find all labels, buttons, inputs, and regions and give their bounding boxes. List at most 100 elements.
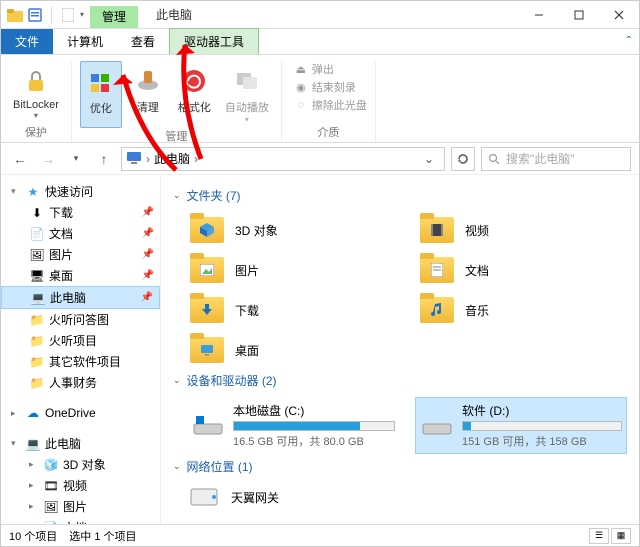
address-bar: ← → ▾ ↑ › 此电脑 › ⌄ (1, 143, 639, 175)
format-icon (178, 65, 210, 97)
search-input[interactable] (506, 152, 624, 166)
sidebar-label: 火听项目 (49, 332, 97, 349)
sidebar-item-onedrive[interactable]: ▸☁OneDrive (1, 403, 160, 423)
drive-tools-context-tab[interactable]: 管理 (90, 6, 138, 28)
tab-computer[interactable]: 计算机 (53, 29, 117, 54)
folder-label: 文档 (465, 262, 489, 279)
sidebar-label: 此电脑 (50, 289, 86, 306)
pin-icon: 📌 (142, 207, 154, 218)
breadcrumb-dropdown-icon[interactable]: ⌄ (418, 152, 440, 166)
navigation-pane[interactable]: ▾ ★ 快速访问 ⬇下载📌 📄文档📌 🖼图片📌 🖥桌面📌 💻此电脑📌 📁火听问答… (1, 175, 161, 525)
folder-icon: 📁 (29, 354, 45, 370)
forward-button[interactable]: → (37, 148, 59, 170)
sidebar-item-folder[interactable]: 📁人事财务 (1, 372, 160, 393)
tab-view[interactable]: 查看 (117, 29, 169, 54)
recent-locations-button[interactable]: ▾ (65, 148, 87, 170)
optimize-icon (85, 66, 117, 98)
folder-icon: 📁 (29, 375, 45, 391)
cube-icon (189, 214, 225, 246)
this-pc-icon (126, 151, 142, 167)
sidebar-label: 3D 对象 (63, 456, 106, 473)
qat-dropdown-icon[interactable]: ▾ (80, 10, 84, 19)
up-button[interactable]: ↑ (93, 148, 115, 170)
bitlocker-label: BitLocker (13, 99, 59, 111)
sidebar-label: 快速访问 (45, 183, 93, 200)
folder-documents[interactable]: 文档 (417, 252, 627, 288)
this-pc-icon: 💻 (25, 436, 41, 452)
ribbon: BitLocker ▾ 保护 优化 清理 (1, 55, 639, 143)
folder-desktop[interactable]: 桌面 (187, 332, 397, 368)
view-details-button[interactable]: ☰ (589, 528, 609, 544)
ribbon-collapse-icon[interactable]: ˆ (626, 33, 631, 49)
status-bar: 10 个项目 选中 1 个项目 ☰ ▦ (1, 524, 639, 546)
optimize-button[interactable]: 优化 (80, 61, 122, 128)
section-folders-header[interactable]: ⌄ 文件夹 (7) (173, 187, 627, 204)
breadcrumb[interactable]: › 此电脑 › ⌄ (121, 147, 445, 171)
finish-burn-button[interactable]: ◉结束刻录 (294, 79, 367, 95)
chevron-down-icon: ▾ (11, 186, 21, 197)
properties-icon[interactable] (27, 7, 43, 23)
refresh-button[interactable] (451, 147, 475, 171)
group-manage-label: 管理 (165, 128, 187, 144)
sidebar-item-this-pc-root[interactable]: ▾ 💻此电脑 (1, 433, 160, 454)
autoplay-button[interactable]: 自动播放 ▾ (221, 61, 273, 128)
drive-icon (191, 412, 225, 440)
erase-disc-button[interactable]: ◌擦除此光盘 (294, 97, 367, 113)
folder-music[interactable]: 音乐 (417, 292, 627, 328)
sidebar-item-documents[interactable]: 📄文档📌 (1, 223, 160, 244)
sidebar-item-pictures[interactable]: ▸🖼图片 (1, 496, 160, 517)
format-button[interactable]: 格式化 (174, 61, 215, 128)
download-icon (189, 294, 225, 326)
chevron-right-icon: ▸ (29, 480, 39, 491)
eject-button[interactable]: ⏏弹出 (294, 61, 367, 77)
blank-doc-icon (60, 7, 76, 23)
sidebar-item-3dobjects[interactable]: ▸🧊3D 对象 (1, 454, 160, 475)
drive-d[interactable]: 软件 (D:) 151 GB 可用，共 158 GB (415, 397, 627, 454)
cleanup-button[interactable]: 清理 (128, 61, 168, 128)
sidebar-label: 文档 (49, 225, 73, 242)
drive-c[interactable]: 本地磁盘 (C:) 16.5 GB 可用，共 80.0 GB (187, 397, 399, 454)
folder-3dobjects[interactable]: 3D 对象 (187, 212, 397, 248)
back-button[interactable]: ← (9, 148, 31, 170)
sidebar-item-downloads[interactable]: ⬇下载📌 (1, 202, 160, 223)
sidebar-item-this-pc[interactable]: 💻此电脑📌 (1, 286, 160, 309)
folder-downloads[interactable]: 下载 (187, 292, 397, 328)
tab-drive-tools[interactable]: 驱动器工具 (169, 28, 259, 54)
folder-label: 图片 (235, 262, 259, 279)
group-media-label: 介质 (317, 124, 339, 140)
picture-icon (189, 254, 225, 286)
minimize-button[interactable] (519, 1, 559, 29)
sidebar-item-folder[interactable]: 📁火听问答图 (1, 309, 160, 330)
sidebar-label: 此电脑 (45, 435, 81, 452)
bitlocker-button[interactable]: BitLocker ▾ (9, 61, 63, 124)
chevron-down-icon: ▾ (11, 438, 21, 449)
sidebar-item-folder[interactable]: 📁其它软件项目 (1, 351, 160, 372)
sidebar-item-pictures[interactable]: 🖼图片📌 (1, 244, 160, 265)
maximize-button[interactable] (559, 1, 599, 29)
section-devices-header[interactable]: ⌄ 设备和驱动器 (2) (173, 372, 627, 389)
chevron-down-icon: ▾ (245, 115, 249, 124)
close-button[interactable] (599, 1, 639, 29)
sidebar-label: 火听问答图 (49, 311, 109, 328)
content-pane[interactable]: ⌄ 文件夹 (7) 3D 对象 视频 图片 文档 下载 音乐 桌面 ⌄ 设备和驱… (161, 175, 639, 525)
tab-file[interactable]: 文件 (1, 29, 53, 54)
search-box[interactable] (481, 147, 631, 171)
group-protect-label: 保护 (25, 124, 47, 140)
folder-label: 下载 (235, 302, 259, 319)
sidebar-label: 桌面 (49, 267, 73, 284)
section-network-header[interactable]: ⌄ 网络位置 (1) (173, 458, 627, 475)
breadcrumb-location[interactable]: 此电脑 (154, 150, 190, 167)
drive-icon (420, 412, 454, 440)
sidebar-item-quick-access[interactable]: ▾ ★ 快速访问 (1, 181, 160, 202)
document-icon (419, 254, 455, 286)
drive-c-free-text: 16.5 GB 可用，共 80.0 GB (233, 433, 395, 449)
folder-pictures[interactable]: 图片 (187, 252, 397, 288)
network-gateway[interactable]: 天翼网关 (187, 483, 627, 511)
sidebar-item-desktop[interactable]: 🖥桌面📌 (1, 265, 160, 286)
folder-label: 3D 对象 (235, 222, 278, 239)
sidebar-item-videos[interactable]: ▸🎞视频 (1, 475, 160, 496)
view-thumbnails-button[interactable]: ▦ (611, 528, 631, 544)
sidebar-item-folder[interactable]: 📁火听项目 (1, 330, 160, 351)
folder-videos[interactable]: 视频 (417, 212, 627, 248)
lock-icon (20, 65, 52, 97)
